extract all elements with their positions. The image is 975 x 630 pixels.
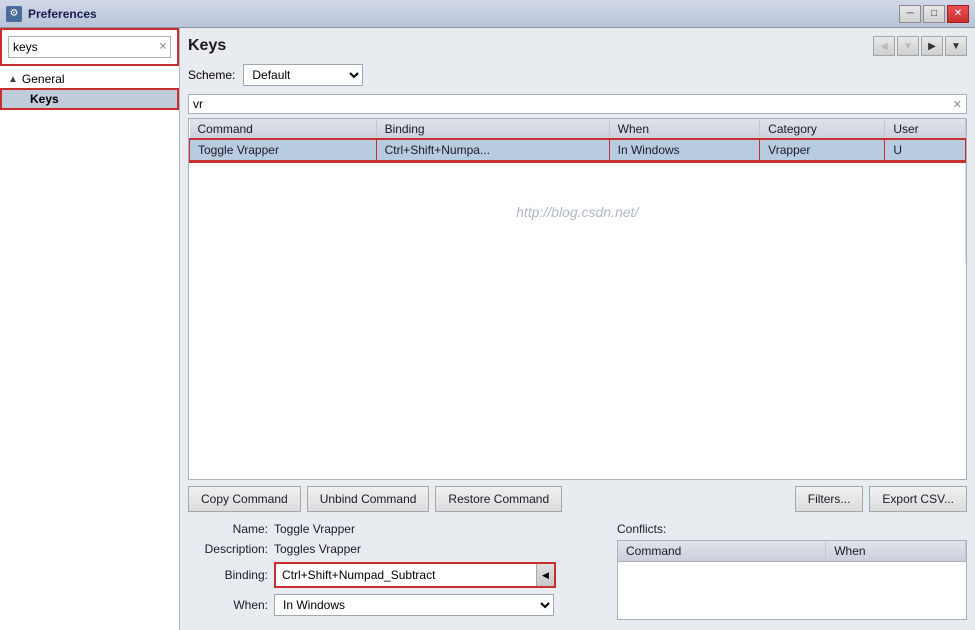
unbind-command-button[interactable]: Unbind Command (307, 486, 430, 512)
cell-when: In Windows (609, 140, 760, 161)
col-binding: Binding (376, 119, 609, 140)
buttons-row: Copy Command Unbind Command Restore Comm… (188, 486, 967, 512)
filter-row: ✕ (188, 94, 967, 114)
sidebar-tree: ▲ General Keys (0, 66, 179, 630)
scheme-select[interactable]: Default (243, 64, 363, 86)
sidebar: ✕ ▲ General Keys (0, 28, 180, 630)
export-csv-button[interactable]: Export CSV... (869, 486, 967, 512)
restore-command-button[interactable]: Restore Command (435, 486, 562, 512)
detail-section: Name: Toggle Vrapper Description: Toggle… (188, 522, 967, 622)
sidebar-item-keys-label: Keys (30, 92, 59, 106)
title-bar: ⚙ Preferences ─ □ ✕ (0, 0, 975, 28)
nav-arrows: ◀ ▼ ▶ ▼ (873, 36, 967, 56)
cell-binding: Ctrl+Shift+Numpa... (376, 140, 609, 161)
scheme-label: Scheme: (188, 68, 235, 82)
filter-clear-icon[interactable]: ✕ (953, 98, 962, 111)
col-user: User (885, 119, 966, 140)
binding-arrow-button[interactable]: ◀ (536, 564, 554, 586)
detail-left: Name: Toggle Vrapper Description: Toggle… (188, 522, 605, 622)
conflicts-table: Command When (618, 541, 966, 562)
when-select[interactable]: In Windows (274, 594, 554, 616)
detail-right: Conflicts: Command When (617, 522, 967, 622)
conflicts-label: Conflicts: (617, 522, 967, 536)
nav-back-button[interactable]: ◀ (873, 36, 895, 56)
app-icon: ⚙ (6, 6, 22, 22)
col-when: When (609, 119, 760, 140)
name-row: Name: Toggle Vrapper (188, 522, 605, 536)
search-clear-icon[interactable]: ✕ (159, 42, 167, 53)
conflicts-col-command: Command (618, 541, 826, 562)
description-row: Description: Toggles Vrapper (188, 542, 605, 556)
name-value: Toggle Vrapper (274, 522, 355, 536)
nav-back-dropdown[interactable]: ▼ (897, 36, 919, 56)
cell-user: U (885, 140, 966, 161)
main-container: ✕ ▲ General Keys Keys ◀ ▼ ▶ ▼ Scheme: (0, 28, 975, 630)
filter-input[interactable] (193, 97, 953, 111)
keys-table: Command Binding When Category User Toggl… (189, 119, 966, 263)
binding-row: Binding: ◀ (188, 562, 605, 588)
sidebar-item-general[interactable]: ▲ General (0, 70, 179, 88)
content-header: Keys ◀ ▼ ▶ ▼ (188, 36, 967, 56)
sidebar-search-wrapper: ✕ (0, 28, 179, 66)
watermark: http://blog.csdn.net/ (198, 164, 958, 260)
nav-forward-dropdown[interactable]: ▼ (945, 36, 967, 56)
table-row[interactable]: Toggle Vrapper Ctrl+Shift+Numpa... In Wi… (190, 140, 966, 161)
title-bar-left: ⚙ Preferences (6, 6, 97, 22)
content-area: Keys ◀ ▼ ▶ ▼ Scheme: Default ✕ (180, 28, 975, 630)
search-input[interactable] (8, 36, 171, 58)
sidebar-item-general-label: General (22, 72, 65, 86)
keys-table-container: Command Binding When Category User Toggl… (188, 118, 967, 480)
description-value: Toggles Vrapper (274, 542, 361, 556)
minimize-button[interactable]: ─ (899, 5, 921, 23)
cell-command: Toggle Vrapper (190, 140, 377, 161)
cell-category: Vrapper (760, 140, 885, 161)
page-title: Keys (188, 37, 226, 55)
binding-input-wrapper: ◀ (274, 562, 556, 588)
tree-arrow-icon: ▲ (8, 74, 18, 85)
conflicts-col-when: When (826, 541, 966, 562)
window-controls: ─ □ ✕ (899, 5, 969, 23)
window-title: Preferences (28, 7, 97, 21)
col-category: Category (760, 119, 885, 140)
copy-command-button[interactable]: Copy Command (188, 486, 301, 512)
scheme-row: Scheme: Default (188, 64, 967, 86)
filters-button[interactable]: Filters... (795, 486, 864, 512)
nav-forward-button[interactable]: ▶ (921, 36, 943, 56)
when-label: When: (188, 598, 268, 612)
when-row: When: In Windows (188, 594, 605, 616)
close-button[interactable]: ✕ (947, 5, 969, 23)
maximize-button[interactable]: □ (923, 5, 945, 23)
conflicts-table-container: Command When (617, 540, 967, 620)
name-label: Name: (188, 522, 268, 536)
description-label: Description: (188, 542, 268, 556)
sidebar-item-keys[interactable]: Keys (0, 88, 179, 110)
binding-input[interactable] (276, 564, 536, 586)
binding-label: Binding: (188, 568, 268, 582)
col-command: Command (190, 119, 377, 140)
